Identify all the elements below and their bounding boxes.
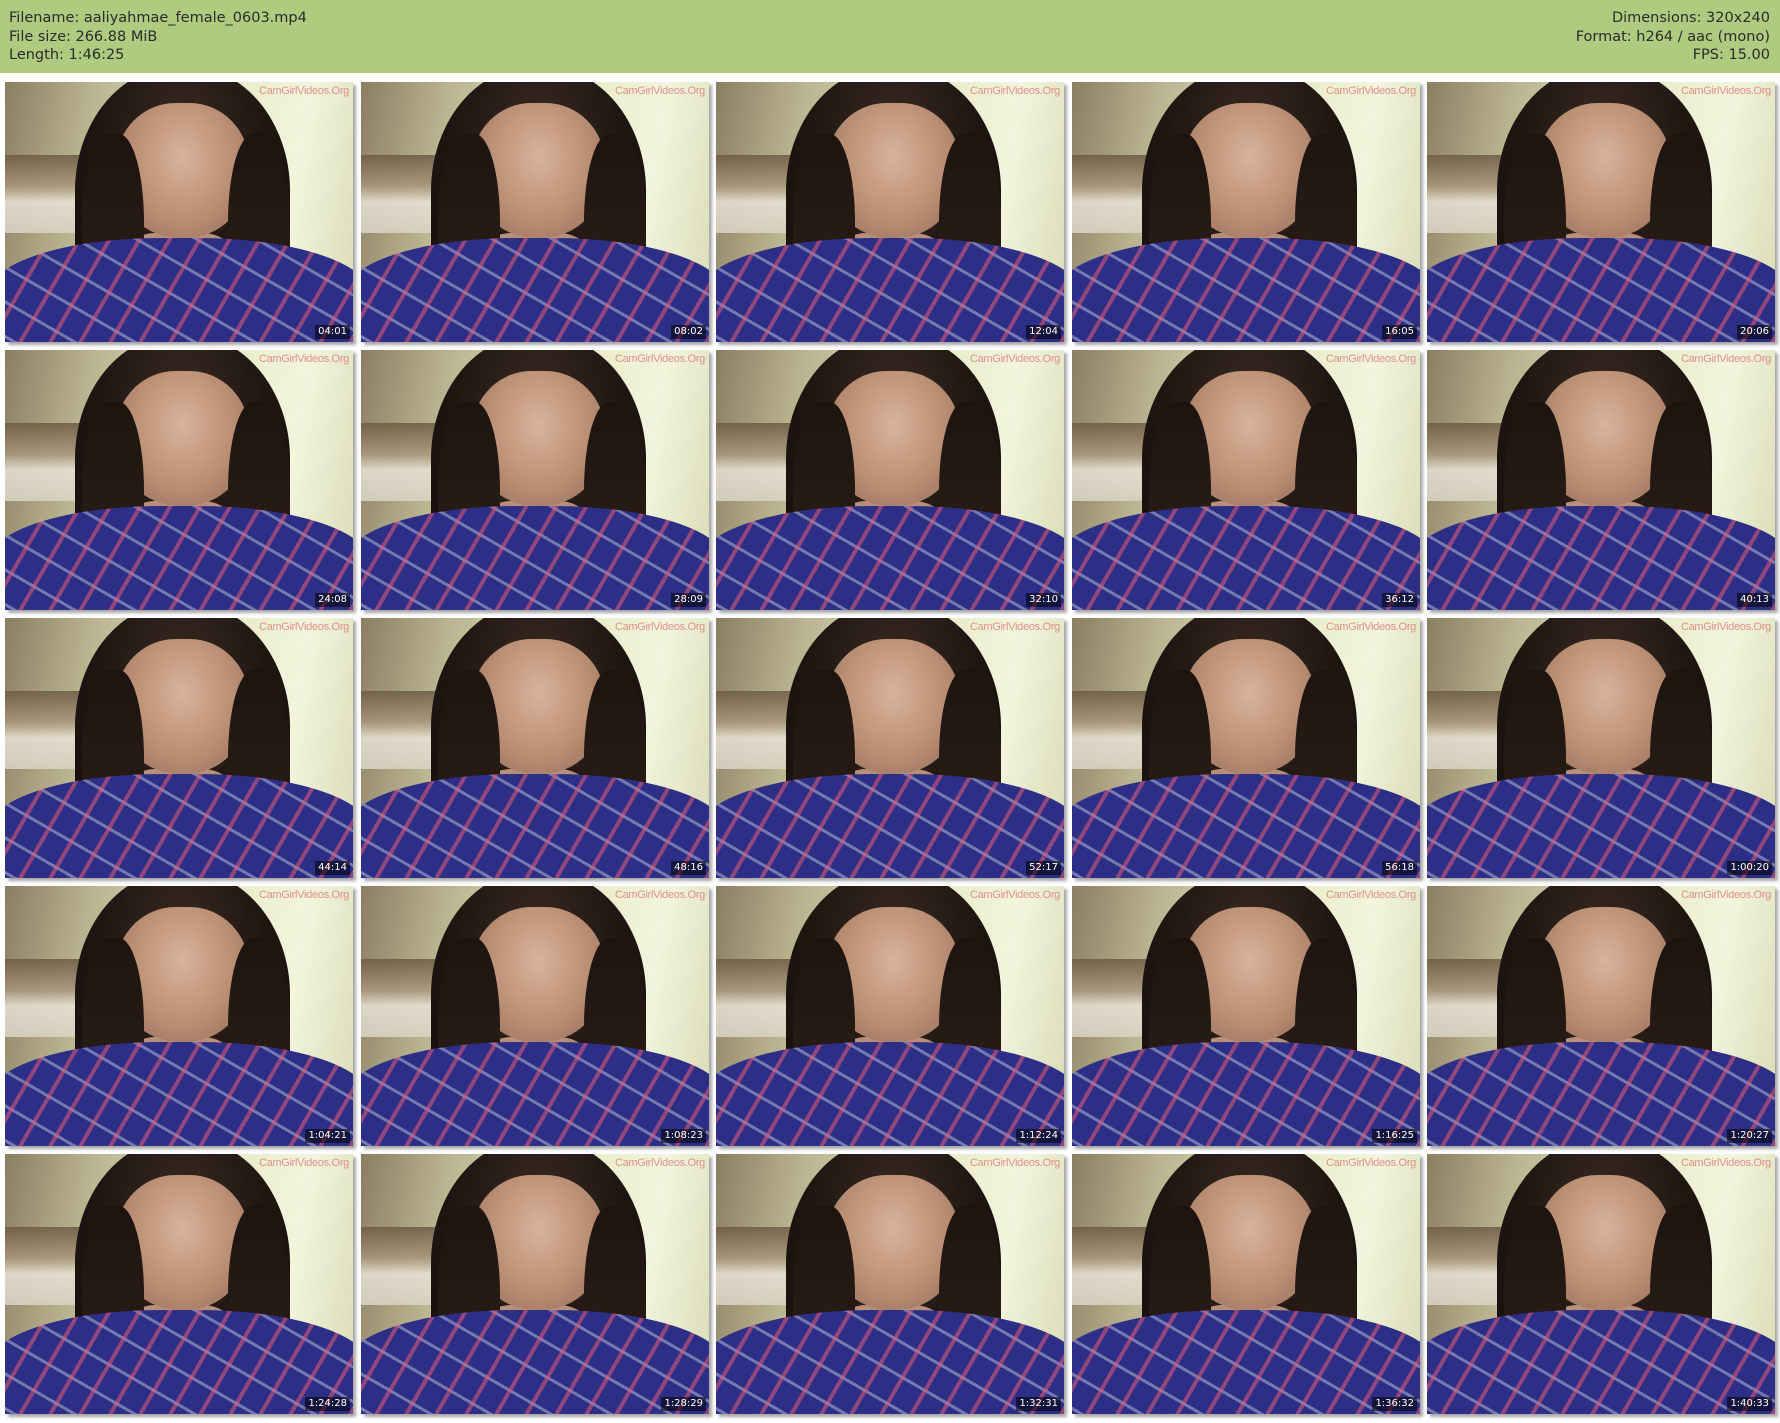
watermark-text: CamGirlVideos.Org [1680,353,1771,365]
watermark-text: CamGirlVideos.Org [1680,889,1771,901]
watermark-text: CamGirlVideos.Org [614,1157,705,1169]
watermark-text: CamGirlVideos.Org [1325,85,1416,97]
video-thumbnail: CamGirlVideos.Org 32:10 [716,350,1064,610]
fps-label: FPS: 15.00 [1692,47,1770,63]
watermark-text: CamGirlVideos.Org [614,889,705,901]
thumbnail-timestamp: 1:32:31 [1016,1397,1061,1411]
watermark-text: CamGirlVideos.Org [258,889,349,901]
filename-label: Filename: aaliyahmae_female_0603.mp4 [9,10,307,26]
video-thumbnail: CamGirlVideos.Org 1:00:20 [1427,618,1775,878]
info-header: Filename: aaliyahmae_female_0603.mp4 Fil… [0,0,1780,73]
thumbnail-timestamp: 1:36:32 [1372,1397,1417,1411]
thumbnail-timestamp: 1:12:24 [1016,1129,1061,1143]
watermark-text: CamGirlVideos.Org [1680,85,1771,97]
thumbnail-grid: CamGirlVideos.Org 04:01 CamGirlVideos.Org 0… [5,82,1777,1420]
video-thumbnail: CamGirlVideos.Org 1:24:28 [5,1154,353,1414]
watermark-text: CamGirlVideos.Org [1325,1157,1416,1169]
watermark-text: CamGirlVideos.Org [614,85,705,97]
video-thumbnail: CamGirlVideos.Org 56:18 [1072,618,1420,878]
watermark-text: CamGirlVideos.Org [969,621,1060,633]
thumbnail-timestamp: 20:06 [1737,325,1772,339]
watermark-text: CamGirlVideos.Org [258,85,349,97]
watermark-text: CamGirlVideos.Org [258,353,349,365]
watermark-text: CamGirlVideos.Org [1325,621,1416,633]
video-thumbnail: CamGirlVideos.Org 20:06 [1427,82,1775,342]
video-thumbnail: CamGirlVideos.Org 52:17 [716,618,1064,878]
watermark-text: CamGirlVideos.Org [1325,889,1416,901]
thumbnail-timestamp: 40:13 [1737,593,1772,607]
thumbnail-timestamp: 1:40:33 [1727,1397,1772,1411]
watermark-text: CamGirlVideos.Org [614,621,705,633]
video-thumbnail: CamGirlVideos.Org 1:16:25 [1072,886,1420,1146]
watermark-text: CamGirlVideos.Org [969,889,1060,901]
watermark-text: CamGirlVideos.Org [969,85,1060,97]
thumbnail-timestamp: 1:04:21 [305,1129,350,1143]
video-thumbnail: CamGirlVideos.Org 1:12:24 [716,886,1064,1146]
thumbnail-timestamp: 32:10 [1026,593,1061,607]
watermark-text: CamGirlVideos.Org [614,353,705,365]
thumbnail-timestamp: 1:24:28 [305,1397,350,1411]
thumbnail-timestamp: 24:08 [315,593,350,607]
thumbnail-timestamp: 1:00:20 [1727,861,1772,875]
thumbnail-timestamp: 36:12 [1382,593,1417,607]
thumbnail-timestamp: 04:01 [315,325,350,339]
dimensions-label: Dimensions: 320x240 [1611,10,1770,26]
watermark-text: CamGirlVideos.Org [258,621,349,633]
thumbnail-timestamp: 08:02 [671,325,706,339]
video-thumbnail: CamGirlVideos.Org 08:02 [361,82,709,342]
watermark-text: CamGirlVideos.Org [1680,621,1771,633]
file-size-label: File size: 266.88 MiB [9,28,158,45]
thumbnail-timestamp: 56:18 [1382,861,1417,875]
length-label: Length: 1:46:25 [9,47,125,63]
watermark-text: CamGirlVideos.Org [1680,1157,1771,1169]
video-thumbnail: CamGirlVideos.Org 1:08:23 [361,886,709,1146]
media-info: Dimensions: 320x240 Format: h264 / aac (… [1576,9,1770,65]
thumbnail-timestamp: 48:16 [671,861,706,875]
video-thumbnail: CamGirlVideos.Org 1:20:27 [1427,886,1775,1146]
video-thumbnail: CamGirlVideos.Org 1:36:32 [1072,1154,1420,1414]
file-info: Filename: aaliyahmae_female_0603.mp4 Fil… [9,9,307,65]
video-thumbnail: CamGirlVideos.Org 44:14 [5,618,353,878]
thumbnail-timestamp: 28:09 [671,593,706,607]
thumbnail-timestamp: 44:14 [315,861,350,875]
video-thumbnail: CamGirlVideos.Org 1:40:33 [1427,1154,1775,1414]
video-thumbnail: CamGirlVideos.Org 1:32:31 [716,1154,1064,1414]
thumbnail-timestamp: 52:17 [1026,861,1061,875]
video-thumbnail: CamGirlVideos.Org 36:12 [1072,350,1420,610]
thumbnail-timestamp: 16:05 [1382,325,1417,339]
watermark-text: CamGirlVideos.Org [969,1157,1060,1169]
thumbnail-timestamp: 1:28:29 [661,1397,706,1411]
watermark-text: CamGirlVideos.Org [258,1157,349,1169]
video-thumbnail: CamGirlVideos.Org 40:13 [1427,350,1775,610]
watermark-text: CamGirlVideos.Org [969,353,1060,365]
video-thumbnail: CamGirlVideos.Org 16:05 [1072,82,1420,342]
thumbnail-timestamp: 1:08:23 [661,1129,706,1143]
video-thumbnail: CamGirlVideos.Org 24:08 [5,350,353,610]
video-thumbnail: CamGirlVideos.Org 04:01 [5,82,353,342]
watermark-text: CamGirlVideos.Org [1325,353,1416,365]
video-thumbnail: CamGirlVideos.Org 12:04 [716,82,1064,342]
video-thumbnail: CamGirlVideos.Org 28:09 [361,350,709,610]
video-thumbnail: CamGirlVideos.Org 48:16 [361,618,709,878]
format-label: Format: h264 / aac (mono) [1575,28,1770,45]
video-thumbnail: CamGirlVideos.Org 1:28:29 [361,1154,709,1414]
video-thumbnail: CamGirlVideos.Org 1:04:21 [5,886,353,1146]
thumbnail-timestamp: 1:16:25 [1372,1129,1417,1143]
thumbnail-timestamp: 1:20:27 [1727,1129,1772,1143]
thumbnail-timestamp: 12:04 [1026,325,1061,339]
